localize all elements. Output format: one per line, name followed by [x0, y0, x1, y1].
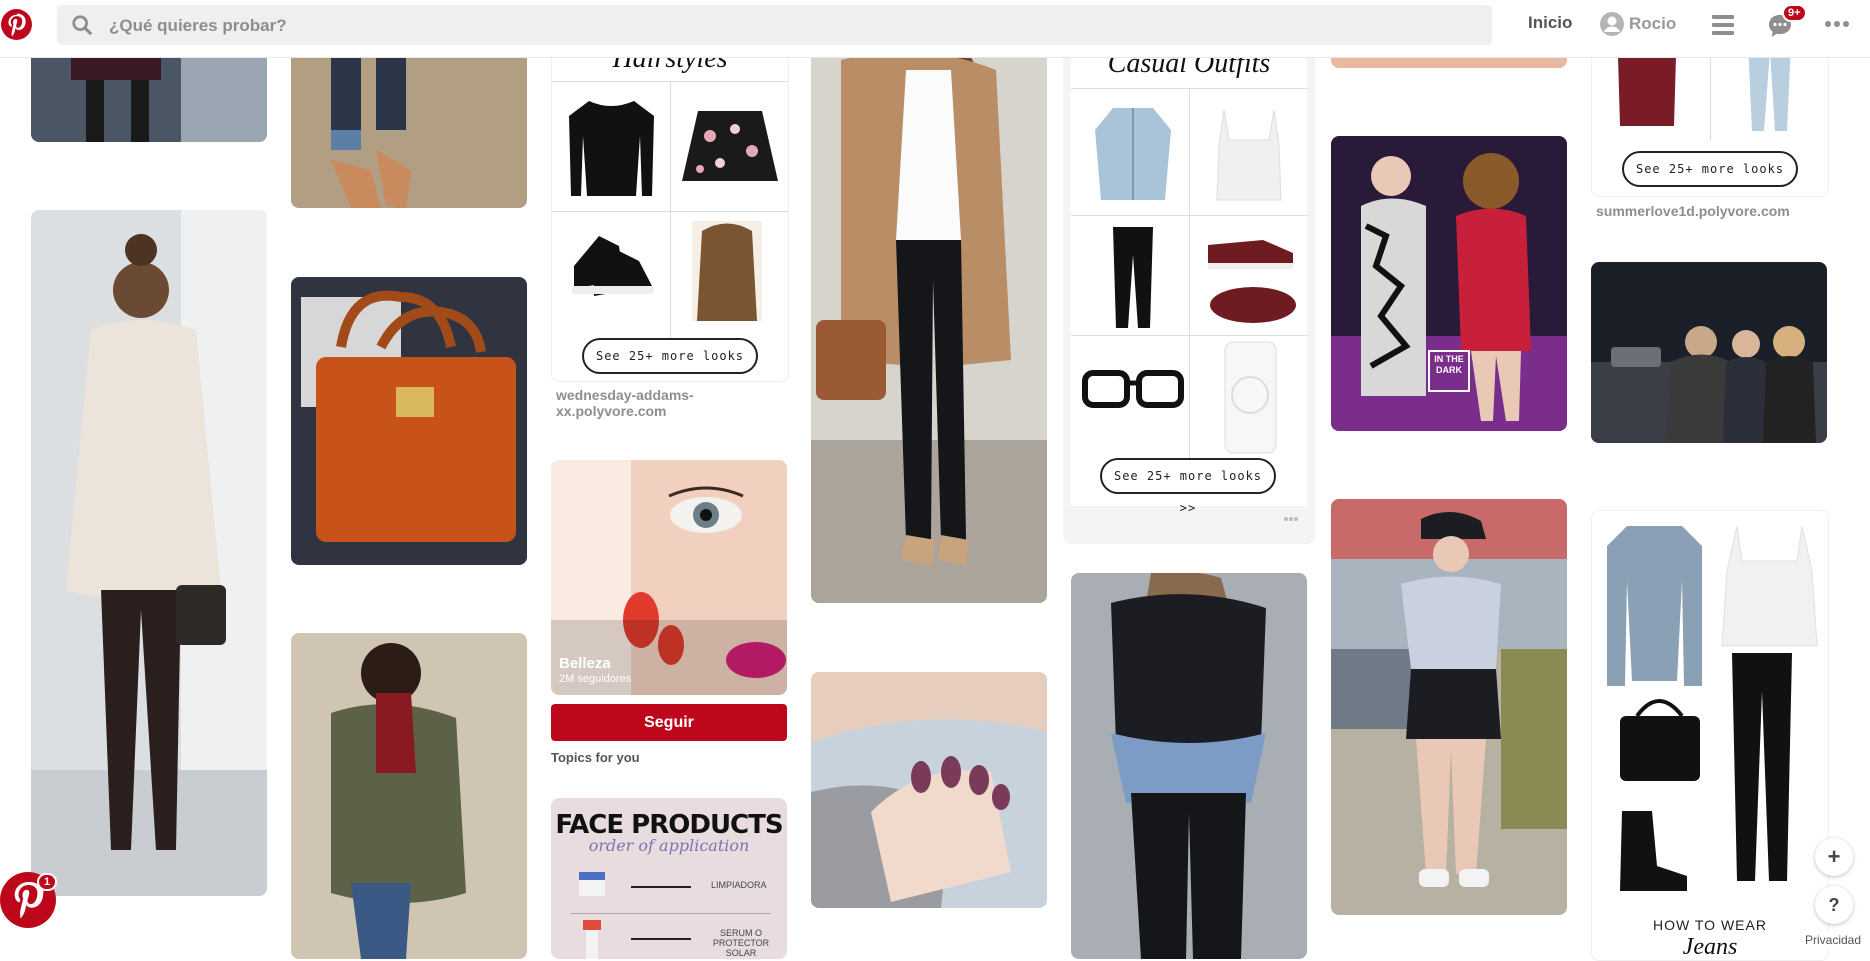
pin-polyvore-casual-outfits[interactable]: Casual Outfits See 25+ more looks >>	[1063, 20, 1315, 544]
pin-face-products[interactable]: FACE PRODUCTS order of application LIMPI…	[551, 798, 787, 959]
nav-user-profile[interactable]: Rocio	[1600, 12, 1676, 36]
topic-name: Belleza	[559, 655, 611, 672]
face-step-1: LIMPIADORA	[711, 880, 767, 890]
pin-orange-studded-bag[interactable]	[291, 277, 527, 565]
floral-skirt-image	[682, 111, 778, 181]
pin-image	[1331, 136, 1567, 431]
pin-image	[811, 672, 1047, 908]
pinterest-count-badge: 1	[37, 873, 58, 891]
pin-image	[31, 210, 267, 896]
follow-button[interactable]: Seguir	[551, 704, 787, 741]
pin-image	[811, 20, 1047, 603]
hair-image	[692, 221, 762, 321]
pin-source-link[interactable]: wednesday-addams-xx.polyvore.com	[556, 387, 726, 419]
serum-icon	[583, 920, 601, 959]
pin-image	[1591, 262, 1827, 443]
pin-image	[1331, 499, 1567, 915]
face-products-subtitle: order of application	[588, 836, 750, 855]
pin-how-to-wear-jeans[interactable]: HOW TO WEAR Jeans	[1591, 510, 1829, 961]
user-avatar-icon	[1600, 12, 1624, 36]
search-bar[interactable]	[57, 5, 1492, 47]
pin-topic-belleza[interactable]: Belleza 2M seguidores	[551, 460, 787, 695]
pin-polyvore-hairstyles[interactable]: Hairstyles See 25+ more looks >>	[551, 20, 789, 382]
pin-nyc-cap-outfit[interactable]	[1331, 499, 1567, 915]
pin-purple-nails[interactable]	[811, 672, 1047, 908]
topics-for-you-label: Topics for you	[551, 750, 640, 765]
more-options-icon[interactable]	[1823, 14, 1851, 34]
black-jeans-image	[1732, 653, 1792, 881]
black-handbag-image	[1620, 699, 1700, 781]
sneakers-image	[572, 236, 654, 296]
pin-cozy-sweater-outfit[interactable]	[31, 210, 267, 896]
face-step-2: SERUM O PROTECTOR SOLAR	[712, 928, 770, 958]
more-options-icon[interactable]	[1283, 516, 1299, 522]
topic-followers: 2M seguidores	[559, 673, 632, 685]
white-lace-top-image	[1721, 525, 1818, 647]
see-more-looks-button[interactable]: See 25+ more looks >>	[1100, 458, 1276, 515]
pin-image	[291, 633, 527, 959]
search-icon	[72, 15, 92, 35]
see-more-looks-button[interactable]: See 25+ more looks >>	[1622, 151, 1798, 196]
pin-image	[291, 277, 527, 565]
pin-image	[1071, 573, 1307, 959]
notifications-badge: 9+	[1782, 4, 1807, 22]
jeans-label: Jeans	[1682, 934, 1738, 960]
black-leggings-image	[1113, 227, 1153, 328]
white-cami-image	[1216, 109, 1282, 201]
burgundy-sneakers-image	[1208, 240, 1296, 323]
phone-case-image	[1224, 341, 1277, 454]
ankle-boots-image	[1620, 811, 1687, 891]
see-more-looks-button[interactable]: See 25+ more looks >>	[582, 338, 758, 374]
pinterest-logo-icon[interactable]	[0, 8, 33, 41]
add-button[interactable]: +	[1815, 838, 1853, 876]
glasses-image	[1082, 370, 1184, 408]
user-name: Rocio	[1629, 14, 1677, 33]
menu-icon[interactable]	[1710, 13, 1736, 37]
denim-shirt-image	[1095, 108, 1171, 200]
pin-green-jacket-outfit[interactable]	[291, 633, 527, 959]
nav-home-link[interactable]: Inicio	[1528, 13, 1572, 33]
how-to-wear-label: HOW TO WEAR	[1653, 917, 1767, 933]
pin-night-street-photo[interactable]	[1591, 262, 1827, 443]
black-top-image	[569, 101, 654, 196]
pin-in-the-dark[interactable]: IN THE DARK	[1331, 136, 1567, 431]
help-button[interactable]: ?	[1815, 886, 1853, 924]
pin-source-link[interactable]: summerlove1d.polyvore.com	[1596, 203, 1790, 219]
in-the-dark-logo-text: IN THE DARK	[1434, 354, 1464, 375]
pin-camel-cardigan-outfit[interactable]	[811, 20, 1047, 603]
search-input[interactable]	[107, 5, 1471, 47]
pin-black-tee-denim-shirt[interactable]	[1071, 573, 1307, 959]
cleanser-icon	[579, 872, 605, 896]
top-bar: Inicio Rocio 9+	[0, 0, 1870, 58]
privacy-link[interactable]: Privacidad	[1802, 932, 1865, 948]
denim-jacket-image	[1607, 526, 1702, 686]
